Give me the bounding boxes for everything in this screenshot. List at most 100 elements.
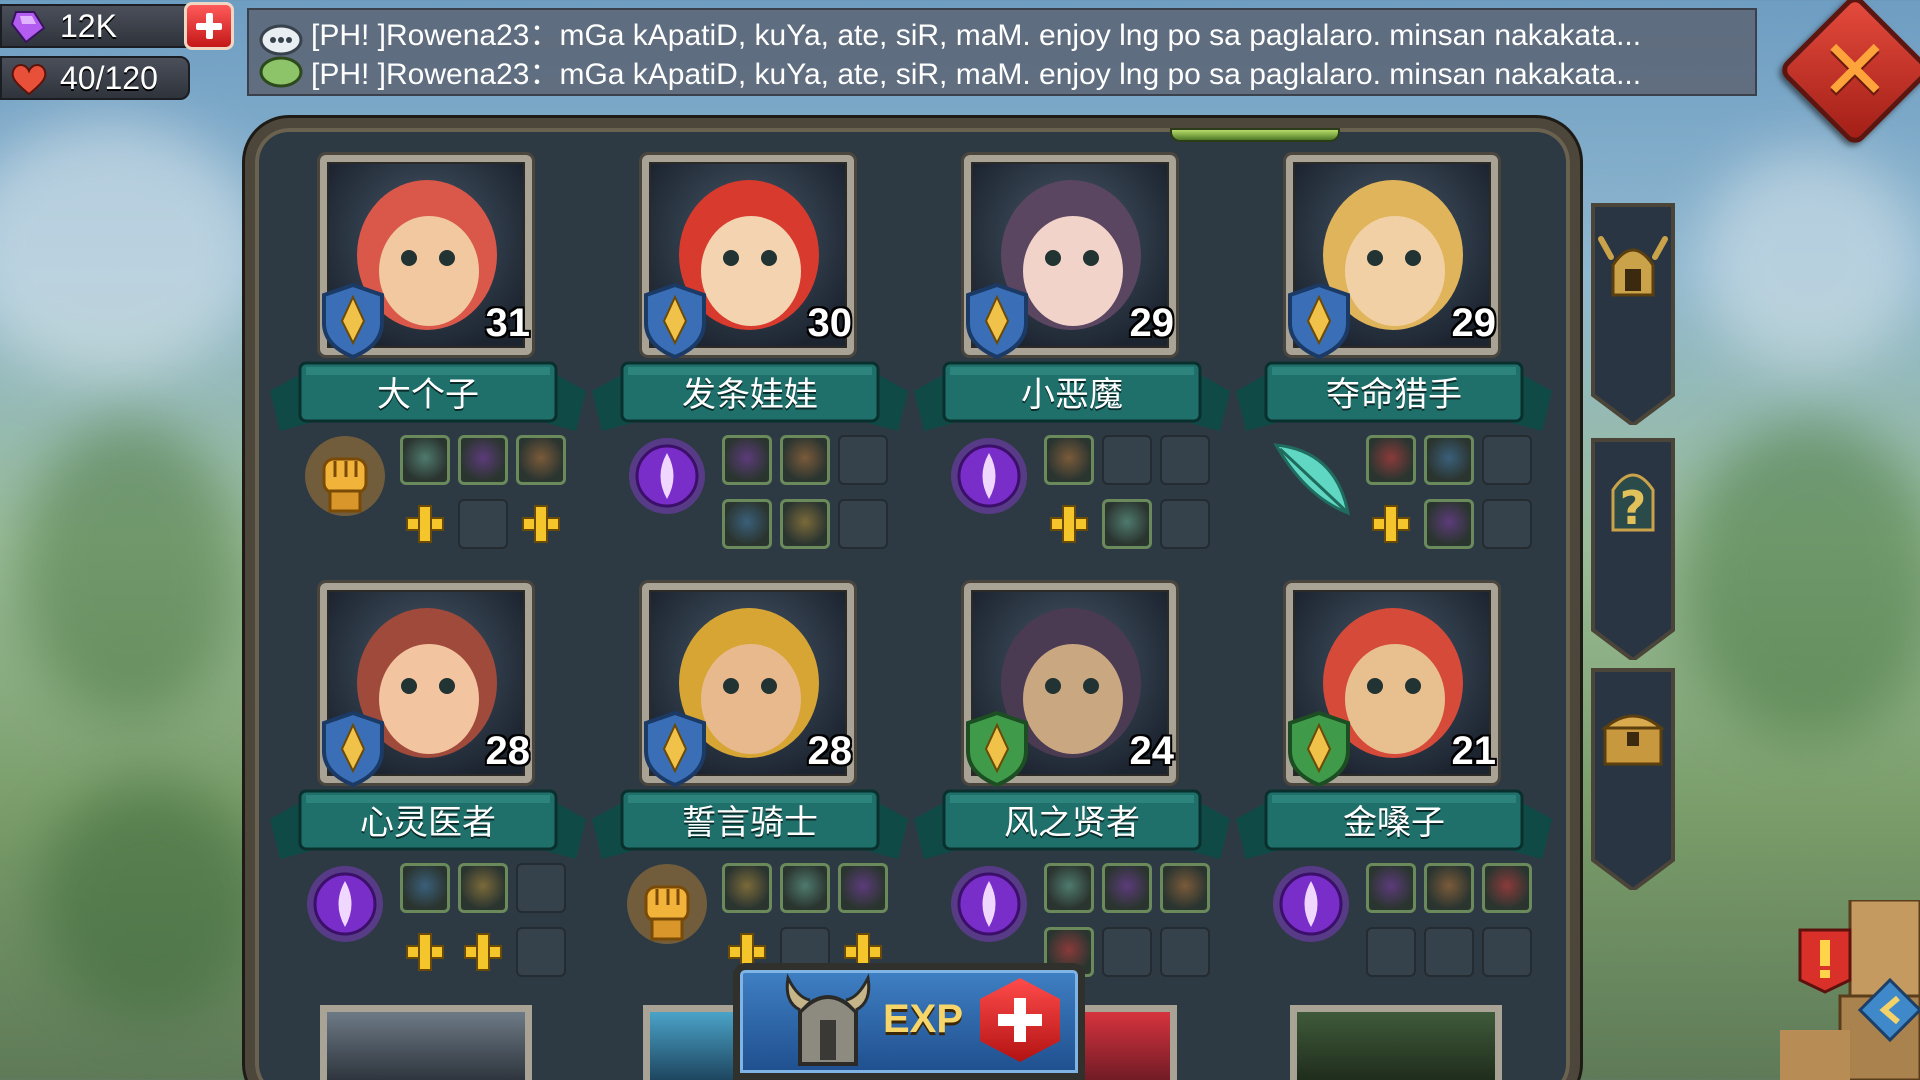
equipment-slot[interactable] — [1102, 499, 1152, 549]
equipment-slot[interactable] — [516, 435, 566, 485]
equipment-slot[interactable] — [722, 435, 772, 485]
panel-ornament — [1170, 128, 1340, 142]
buy-gems-button[interactable] — [184, 2, 234, 50]
hero-portrait-partial[interactable] — [1085, 1005, 1177, 1080]
add-equipment-icon[interactable] — [516, 499, 566, 549]
equipment-slot[interactable] — [722, 863, 772, 913]
hero-eye — [1405, 250, 1421, 266]
equipment-slot[interactable] — [1044, 863, 1094, 913]
empty-equipment-slot — [1482, 499, 1532, 549]
side-tab-heroes[interactable] — [1583, 195, 1683, 425]
hero-eye — [439, 678, 455, 694]
hero-level: 29 — [1451, 301, 1497, 345]
equipment-slot[interactable] — [400, 435, 450, 485]
equipment-slot[interactable] — [780, 435, 830, 485]
empty-equipment-slot — [1482, 927, 1532, 977]
hero-portrait-partial[interactable] — [320, 1005, 532, 1080]
equipment-slot[interactable] — [722, 499, 772, 549]
hero-level: 30 — [807, 301, 853, 345]
equipment-slot[interactable] — [1424, 499, 1474, 549]
question-helmet-icon: ? — [1611, 473, 1655, 535]
equipment-slot[interactable] — [1366, 863, 1416, 913]
equipment-slot[interactable] — [1424, 863, 1474, 913]
alert-castle-button[interactable] — [1780, 900, 1920, 1080]
svg-text:?: ? — [1620, 481, 1647, 535]
rank-shield-icon — [644, 283, 706, 359]
hero-portrait-partial[interactable] — [643, 1005, 733, 1080]
hero-card[interactable]: 29 小恶魔 — [914, 155, 1234, 575]
equipment-slot[interactable] — [458, 863, 508, 913]
hero-eye — [1367, 678, 1383, 694]
hero-card[interactable]: 31 大个子 — [270, 155, 590, 575]
equipment-slot[interactable] — [1482, 863, 1532, 913]
add-equipment-icon[interactable] — [1044, 499, 1094, 549]
fist-icon — [305, 436, 385, 516]
equipment-slot[interactable] — [1102, 863, 1152, 913]
heart-icon — [11, 64, 47, 96]
add-equipment-icon[interactable] — [400, 927, 450, 977]
hero-name: 大个子 — [377, 374, 479, 415]
equipment-slot[interactable] — [1044, 435, 1094, 485]
gem-count: 12K — [60, 7, 117, 44]
hero-name: 誓言骑士 — [682, 802, 818, 843]
hero-eye — [1045, 678, 1061, 694]
hero-card[interactable]: 24 风之贤者 — [914, 583, 1234, 1003]
equipment-slot[interactable] — [838, 863, 888, 913]
hero-eye — [761, 250, 777, 266]
equipment-slots — [400, 863, 574, 987]
hero-eye — [1367, 250, 1383, 266]
horned-helmet-icon — [785, 973, 871, 1066]
empty-equipment-slot — [1160, 435, 1210, 485]
empty-equipment-slot — [838, 435, 888, 485]
hero-card[interactable]: 28 心灵医者 — [270, 583, 590, 1003]
hero-level: 24 — [1129, 729, 1175, 773]
stamina-count: 40/120 — [60, 59, 158, 96]
add-equipment-icon[interactable] — [458, 927, 508, 977]
equipment-slot[interactable] — [1424, 435, 1474, 485]
equipment-slot[interactable] — [780, 499, 830, 549]
magic-orb-icon — [1273, 866, 1349, 942]
empty-equipment-slot — [516, 863, 566, 913]
feather-icon — [1273, 443, 1350, 516]
background-cloud — [1700, 150, 1920, 370]
hero-card[interactable]: 29 夺命猎手 — [1236, 155, 1556, 575]
rank-shield-icon — [966, 711, 1028, 787]
side-tab-unknown[interactable]: ? — [1583, 430, 1683, 660]
hero-level: 21 — [1451, 729, 1497, 773]
hero-eye — [401, 250, 417, 266]
empty-equipment-slot — [1424, 927, 1474, 977]
equipment-slot[interactable] — [400, 863, 450, 913]
equipment-slot[interactable] — [1160, 863, 1210, 913]
equipment-slot[interactable] — [780, 863, 830, 913]
hero-name: 金嗓子 — [1343, 802, 1445, 843]
chat-line: [PH! ]Rowena23：mGa kApatiD, kuYa, ate, s… — [311, 19, 1642, 52]
close-icon[interactable]: ✕ — [1800, 15, 1910, 125]
gem-counter: 12K — [0, 4, 200, 48]
empty-equipment-slot — [838, 499, 888, 549]
hero-card[interactable]: 30 发条娃娃 — [592, 155, 912, 575]
gem-icon — [10, 11, 46, 44]
hero-level: 28 — [807, 729, 853, 773]
hero-eye — [723, 250, 739, 266]
hero-card[interactable]: 21 金嗓子 — [1236, 583, 1556, 1003]
hero-level: 29 — [1129, 301, 1175, 345]
empty-equipment-slot — [516, 927, 566, 977]
equipment-slots — [1044, 435, 1218, 559]
equipment-slot[interactable] — [1366, 435, 1416, 485]
equipment-slots — [1366, 435, 1540, 559]
magic-orb-icon — [951, 438, 1027, 514]
rank-shield-icon — [1288, 711, 1350, 787]
side-tab-chest[interactable] — [1583, 660, 1683, 890]
empty-equipment-slot — [458, 499, 508, 549]
hero-eye — [1083, 250, 1099, 266]
add-equipment-icon[interactable] — [1366, 499, 1416, 549]
add-equipment-icon[interactable] — [400, 499, 450, 549]
equipment-slot[interactable] — [458, 435, 508, 485]
chat-ticker[interactable]: [PH! ]Rowena23：mGa kApatiD, kuYa, ate, s… — [247, 8, 1757, 96]
background-cloud — [0, 120, 260, 380]
hero-portrait-partial[interactable] — [1290, 1005, 1502, 1080]
chat-bubble-icon — [259, 24, 303, 88]
equipment-slots — [722, 435, 896, 559]
hero-card[interactable]: 28 誓言骑士 — [592, 583, 912, 1003]
fist-icon — [627, 864, 707, 944]
